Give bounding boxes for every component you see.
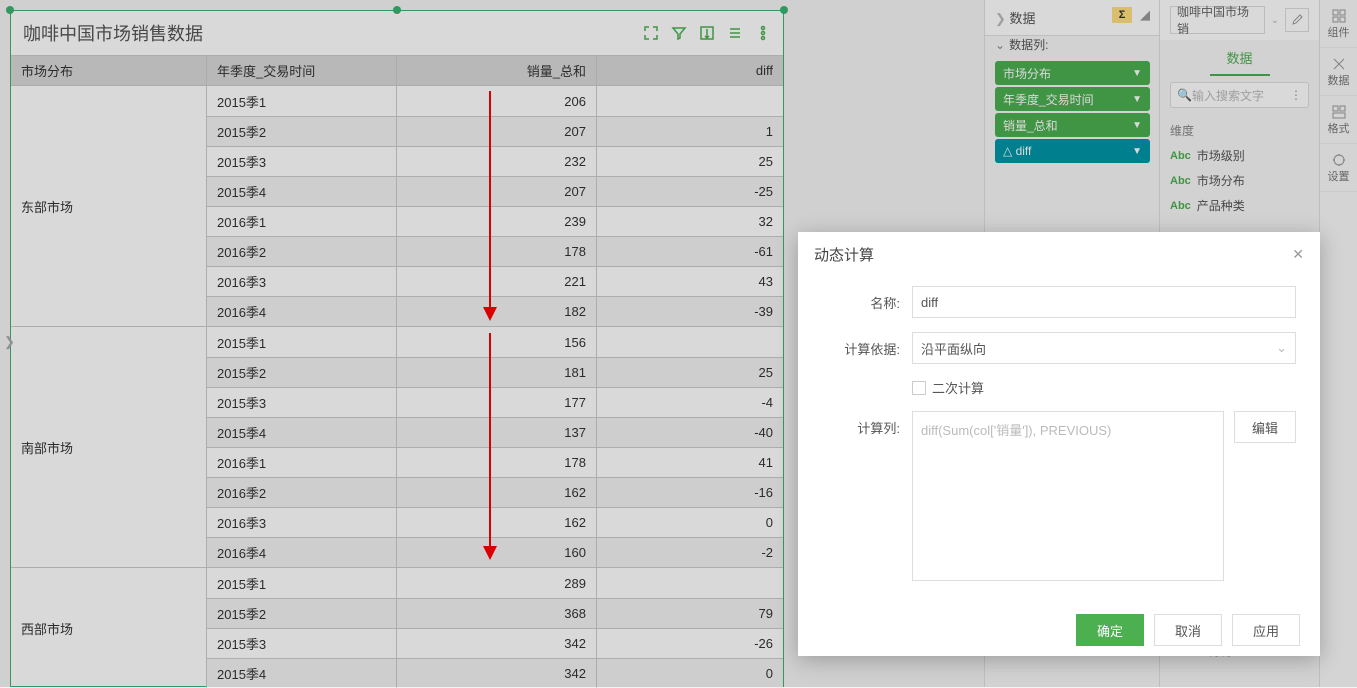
dialog-title: 动态计算 (814, 244, 874, 265)
ok-button[interactable]: 确定 (1076, 614, 1144, 646)
calc-col-label: 计算列: (822, 411, 912, 437)
calc-column-textarea[interactable]: diff(Sum(col['销量']), PREVIOUS) (912, 411, 1224, 581)
secondary-checkbox[interactable]: 二次计算 (912, 378, 984, 397)
basis-label: 计算依据: (822, 332, 912, 358)
cancel-button[interactable]: 取消 (1154, 614, 1222, 646)
edit-button[interactable]: 编辑 (1234, 411, 1296, 443)
apply-button[interactable]: 应用 (1232, 614, 1300, 646)
name-label: 名称: (822, 286, 912, 312)
basis-select[interactable]: 沿平面纵向⌄ (912, 332, 1296, 364)
dynamic-calc-dialog: 动态计算 ✕ 名称: 计算依据: 沿平面纵向⌄ 二次计算 计算列: diff(S… (798, 232, 1320, 656)
close-icon[interactable]: ✕ (1292, 246, 1304, 263)
name-input[interactable] (912, 286, 1296, 318)
